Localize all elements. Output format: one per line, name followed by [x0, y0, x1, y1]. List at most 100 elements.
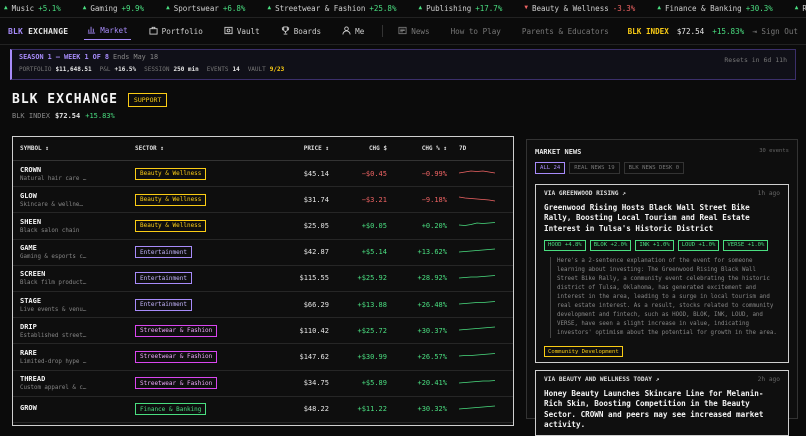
stock-name: Custom apparel & c… — [20, 385, 87, 392]
col-chg[interactable]: CHG $ — [329, 145, 387, 152]
pct-cell: +30.37% — [417, 326, 447, 335]
nav-portfolio[interactable]: Portfolio — [146, 23, 206, 40]
table-row[interactable]: GROW Finance & Banking $48.22 +$11.22 +30.32… — [13, 397, 513, 423]
vault-icon — [224, 26, 233, 37]
stock-name: Black film product… — [20, 280, 87, 287]
sparkline — [458, 353, 496, 357]
table-row[interactable]: STAGE Live events & venu… Entertainment $66… — [13, 292, 513, 319]
session-label: SESSION — [144, 66, 170, 73]
table-row[interactable]: THREAD Custom apparel & c… Streetwear & Fa… — [13, 371, 513, 397]
chg-cell: +$0.05 — [361, 221, 387, 230]
price-cell: $66.29 — [303, 300, 329, 309]
ticker-change: +6.8% — [222, 4, 246, 13]
col-price[interactable]: PRICE ↕ — [265, 145, 329, 152]
price-cell: $34.75 — [303, 379, 329, 388]
news-tab[interactable]: BLK NEWS DESK 0 — [623, 162, 685, 174]
portfolio-value: $11,648.51 — [55, 66, 92, 73]
nav-parents-educators[interactable]: Parents & Educators — [519, 24, 612, 39]
news-card[interactable]: VIA BEAUTY AND WELLNESS TODAY ↗ 2h ago Ho… — [535, 370, 789, 436]
table-row[interactable]: CROWN Natural hair care … Beauty & Wellnes… — [13, 161, 513, 188]
symbol-cell: SCREEN Black film product… — [13, 270, 135, 286]
table-row[interactable]: RARE Limited-drop hype … Streetwear & Fash… — [13, 344, 513, 371]
table-row[interactable]: SCREEN Black film product… Entertainment $1… — [13, 266, 513, 292]
index-label: BLK INDEX — [12, 112, 50, 120]
ticker-item[interactable]: ▲Real Estate+ — [795, 4, 806, 13]
sector-cell: Entertainment — [135, 246, 265, 259]
stock-symbol: SHEEN — [20, 217, 42, 226]
sparkline — [458, 379, 496, 383]
stock-chip[interactable]: LOUD +1.0% — [677, 239, 720, 251]
signout-link[interactable]: ⇥ Sign Out — [752, 27, 798, 36]
stock-chip[interactable]: BLOK +2.0% — [589, 239, 632, 251]
sparkline-cell — [447, 220, 507, 231]
nav-label: Vault — [236, 26, 260, 36]
col-symbol[interactable]: SYMBOL ↕ — [13, 145, 135, 152]
stock-symbol: RARE — [20, 348, 37, 357]
ticker-item[interactable]: ▲ Sportswear +6.8% — [166, 4, 245, 13]
news-tab[interactable]: REAL NEWS 19 — [569, 162, 620, 174]
ticker-change: +5.1% — [38, 4, 61, 13]
sparkline — [458, 222, 496, 227]
arrow-up-icon: ▲ — [794, 4, 799, 11]
price-cell: $147.62 — [299, 352, 329, 361]
news-body: Here's a 2-sentence explanation of the e… — [550, 256, 780, 338]
stock-chip[interactable]: INK +1.0% — [635, 239, 674, 251]
arrow-up-icon: ▲ — [166, 4, 170, 11]
ticker-name: Streetwear & Fashion — [275, 4, 366, 13]
sector-badge: Entertainment — [135, 246, 192, 259]
news-tab[interactable]: ALL 24 — [535, 162, 566, 174]
stock-chip[interactable]: HOOD +4.8% — [544, 239, 586, 251]
sparkline — [458, 405, 496, 410]
nav-me[interactable]: Me — [339, 23, 367, 40]
symbol-cell: CROWN Natural hair care … — [13, 166, 135, 182]
ticker-item[interactable]: ▲ Finance & Banking +30.3% — [657, 4, 772, 13]
sparkline-cell — [447, 194, 507, 205]
pct-cell: +30.32% — [417, 405, 447, 414]
table-row[interactable]: GLOW Skincare & wellne… Beauty & Wellness $… — [13, 187, 513, 214]
news-source[interactable]: VIA GREENWOOD RISING ↗ — [544, 190, 626, 197]
arrow-up-icon: ▲ — [657, 4, 661, 11]
news-source[interactable]: VIA BEAUTY AND WELLNESS TODAY ↗ — [544, 376, 659, 383]
ticker-item[interactable]: ▲ Streetwear & Fashion +25.8% — [267, 4, 396, 13]
pct-cell: −0.99% — [421, 169, 447, 178]
nav-label: Boards — [293, 26, 322, 36]
index-value: $72.54 — [54, 112, 81, 120]
table-row[interactable]: SHEEN Black salon chain Beauty & Wellness $… — [13, 213, 513, 240]
stock-name: Skincare & wellne… — [20, 201, 83, 208]
ticker-item[interactable]: ▲ Publishing +17.7% — [418, 4, 502, 13]
pct-cell: +26.57% — [417, 352, 447, 361]
chg-cell: +$5.89 — [361, 379, 387, 388]
pnl-label: P&L — [99, 66, 111, 73]
sector-badge: Streetwear & Fashion — [135, 324, 218, 337]
sector-badge: Streetwear & Fashion — [135, 377, 218, 390]
nav-news[interactable]: News — [395, 23, 432, 40]
vault-value: 9/23 — [269, 66, 285, 73]
stock-chip[interactable]: VERSE +1.0% — [723, 239, 769, 251]
sector-cell: Beauty & Wellness — [135, 193, 265, 206]
stock-name: Black salon chain — [20, 227, 80, 234]
logo[interactable]: BLK EXCHANGE — [8, 27, 68, 36]
sector-cell: Finance & Banking — [135, 403, 265, 416]
market-news-panel: MARKET NEWS 30 events ALL 24 REAL NEWS 19… — [526, 139, 798, 436]
nav-vault[interactable]: Vault — [221, 23, 263, 40]
col-pct[interactable]: CHG % ↕ — [387, 145, 447, 152]
news-card[interactable]: VIA GREENWOOD RISING ↗ 1h ago Greenwood R… — [535, 184, 789, 364]
ticker-item[interactable]: ▼ Beauty & Wellness -3.3% — [524, 4, 635, 13]
ticker-item[interactable]: ▲ Gaming +9.9% — [83, 4, 144, 13]
col-sector[interactable]: SECTOR ↕ — [135, 145, 265, 152]
ticker-item[interactable]: ▲ Music +5.1% — [4, 4, 61, 13]
sector-cell: Streetwear & Fashion — [135, 377, 265, 390]
table-row[interactable]: GAME Gaming & esports c… Entertainment $42.… — [13, 240, 513, 266]
nav-market[interactable]: Market — [84, 22, 131, 40]
support-button[interactable]: SUPPORT — [127, 92, 168, 107]
nav-label: Parents & Educators — [521, 26, 609, 36]
sparkline-line — [458, 353, 496, 357]
chg-cell: +$25.92 — [357, 274, 387, 283]
sparkline-cell — [447, 273, 507, 284]
table-header: SYMBOL ↕ SECTOR ↕ PRICE ↕ CHG $ CHG % ↕ … — [13, 137, 513, 161]
nav-boards[interactable]: Boards — [278, 23, 324, 40]
season-banner: SEASON 1 — WEEK 1 OF 8 Ends May 18 PORTFO… — [10, 49, 796, 80]
table-row[interactable]: DRIP Established street… Streetwear & Fash… — [13, 318, 513, 345]
ticker-name: Gaming — [90, 4, 118, 13]
nav-how-to-play[interactable]: How to Play — [448, 24, 504, 39]
